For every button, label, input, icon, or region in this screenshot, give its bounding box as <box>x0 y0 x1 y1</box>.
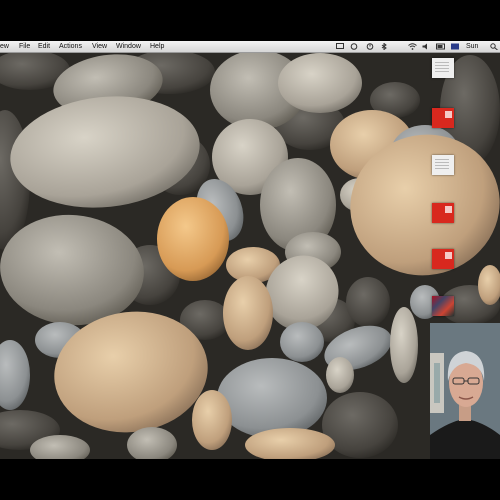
screen: ew File Edit Actions View Window Help Su… <box>0 41 500 459</box>
menu-actions[interactable]: Actions <box>59 41 82 52</box>
display-icon[interactable] <box>336 43 344 50</box>
desktop-wallpaper <box>0 50 500 459</box>
document-icon[interactable] <box>432 58 454 78</box>
image-thumbnail-icon[interactable] <box>432 296 454 316</box>
flag-icon[interactable] <box>451 43 460 50</box>
sync-icon[interactable] <box>350 43 358 50</box>
red-app-icon[interactable] <box>432 108 454 128</box>
presenter-video-feed <box>430 323 500 459</box>
menu-app-partial[interactable]: ew <box>0 41 9 52</box>
webcam-overlay <box>430 323 500 459</box>
timemachine-icon[interactable] <box>366 43 374 50</box>
menubar-clock[interactable]: Sun <box>466 41 478 52</box>
menu-view[interactable]: View <box>92 41 107 52</box>
red-app-icon[interactable] <box>432 249 454 269</box>
letterbox-top <box>0 0 500 41</box>
river-stones-wallpaper <box>0 50 500 459</box>
menu-file[interactable]: File <box>19 41 30 52</box>
menu-help[interactable]: Help <box>150 41 164 52</box>
menu-bar: ew File Edit Actions View Window Help Su… <box>0 41 500 53</box>
spotlight-icon[interactable] <box>490 43 498 50</box>
red-app-icon[interactable] <box>432 203 454 223</box>
battery-icon[interactable] <box>436 43 446 50</box>
volume-icon[interactable] <box>422 43 430 50</box>
bluetooth-icon[interactable] <box>380 43 388 50</box>
menu-window[interactable]: Window <box>116 41 141 52</box>
letterbox-bottom <box>0 459 500 500</box>
wifi-icon[interactable] <box>408 43 417 50</box>
document-icon[interactable] <box>432 155 454 175</box>
menu-edit[interactable]: Edit <box>38 41 50 52</box>
